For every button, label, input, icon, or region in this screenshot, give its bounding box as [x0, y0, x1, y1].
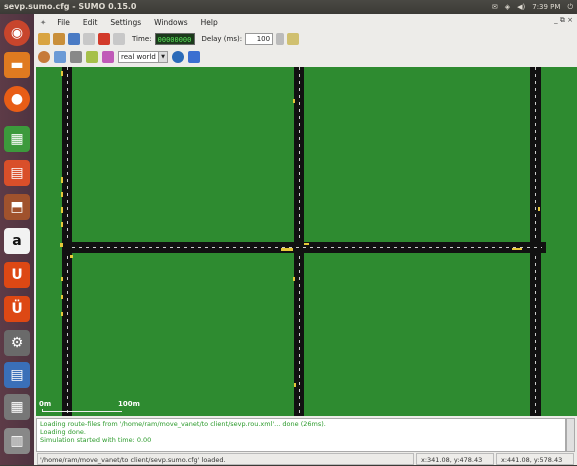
play-icon[interactable] [83, 33, 95, 45]
text-editor-icon[interactable]: ▤ [4, 362, 30, 388]
locate-icon[interactable] [70, 50, 82, 63]
vehicle[interactable] [281, 248, 293, 251]
mail-icon[interactable]: ✉ [492, 0, 498, 14]
vehicle[interactable] [512, 248, 522, 250]
open-network-icon[interactable] [53, 33, 65, 45]
scale-bar [42, 409, 122, 412]
delay-label: Delay (ms): [201, 35, 243, 43]
zoom-icon[interactable] [54, 50, 66, 63]
window-controls[interactable]: _ ⧉ × [554, 16, 573, 25]
recenter-icon[interactable] [38, 50, 50, 63]
dash-home-icon[interactable]: ◉ [4, 20, 30, 46]
ubuntu-one-music-icon[interactable]: Ü [4, 296, 30, 322]
new-view-icon[interactable] [287, 33, 300, 45]
delay-input[interactable]: 100 [245, 33, 274, 45]
network-icon[interactable]: ◈ [505, 0, 510, 14]
ubuntu-one-icon[interactable]: U [4, 262, 30, 288]
lane-marking [72, 247, 542, 248]
vehicle[interactable] [294, 383, 296, 387]
view-toolbar: real world ▼ [34, 48, 577, 65]
reload-icon[interactable] [68, 33, 80, 45]
menu-bar: ✦ File Edit Settings Windows Help _ ⧉ × [34, 14, 577, 30]
workspace-switcher-icon[interactable]: ▦ [4, 394, 30, 420]
log-line: Simulation started with time: 0.00 [40, 436, 152, 444]
vehicle[interactable] [60, 243, 63, 247]
volume-icon[interactable]: ◀) [517, 0, 525, 14]
time-label: Time: [132, 35, 152, 43]
vehicle[interactable] [538, 207, 540, 211]
status-message: '/home/ram/move_vanet/to client/sevp.sum… [37, 453, 414, 465]
screenshot-icon[interactable] [188, 50, 200, 63]
spreadsheet-icon[interactable]: ▦ [4, 126, 30, 152]
trash-icon[interactable]: ▥ [4, 428, 30, 454]
log-line: Loading done. [40, 428, 86, 436]
open-folder-icon[interactable] [38, 33, 50, 45]
menu-help[interactable]: Help [199, 18, 220, 27]
log-line: Loading route-files from '/home/ram/move… [40, 420, 326, 428]
geo-coordinates: x:441.08, y:578.43 [496, 453, 574, 465]
power-icon[interactable]: ⏻ [567, 0, 573, 14]
amazon-icon[interactable]: a [4, 228, 30, 254]
network-coordinates: x:341.08, y:478.43 [416, 453, 494, 465]
message-log: Loading route-files from '/home/ram/move… [36, 418, 566, 452]
menu-file[interactable]: File [55, 18, 72, 27]
color-scheme-select[interactable]: real world ▼ [118, 50, 168, 63]
chevron-down-icon: ▼ [158, 51, 167, 62]
vehicle[interactable] [293, 99, 295, 103]
log-scrollbar[interactable] [566, 418, 575, 452]
time-display: 00000000 [154, 33, 195, 45]
vehicle[interactable] [61, 207, 63, 213]
breakpoint-icon[interactable] [102, 50, 114, 63]
unity-launcher: ◉ ▬ ● ▦ ▤ ⬒ a U Ü ⚙ ▤ ▦ ▥ [0, 14, 34, 465]
clock[interactable]: 7:39 PM [532, 0, 560, 14]
system-tray: ✉ ◈ ◀) 7:39 PM ⏻ [492, 0, 573, 14]
stop-icon[interactable] [98, 33, 110, 45]
edit-icon[interactable] [86, 50, 98, 63]
vehicle[interactable] [61, 312, 63, 316]
sumo-gui-window: ✦ File Edit Settings Windows Help _ ⧉ × … [34, 14, 577, 465]
view-settings-icon[interactable] [172, 50, 184, 63]
files-icon[interactable]: ▬ [4, 52, 30, 78]
step-icon[interactable] [113, 33, 125, 45]
vehicle[interactable] [61, 192, 63, 197]
vehicle[interactable] [61, 295, 63, 299]
presentation-icon[interactable]: ▤ [4, 160, 30, 186]
window-titlebar: sevp.sumo.cfg - SUMO 0.15.0 ✉ ◈ ◀) 7:39 … [0, 0, 577, 14]
delay-slider-icon[interactable] [276, 33, 285, 45]
vehicle[interactable] [304, 243, 309, 245]
main-toolbar: Time: 00000000 Delay (ms): 100 [34, 30, 577, 48]
vehicle[interactable] [61, 222, 63, 227]
vehicle[interactable] [70, 255, 73, 258]
network-view-canvas[interactable]: 0m 100m [36, 67, 577, 416]
scale-end-label: 100m [118, 400, 140, 408]
color-scheme-value: real world [121, 52, 156, 61]
status-bar: '/home/ram/move_vanet/to client/sevp.sum… [34, 453, 577, 465]
scale-start-label: 0m [39, 400, 52, 408]
software-center-icon[interactable]: ⬒ [4, 194, 30, 220]
menu-edit[interactable]: Edit [81, 18, 100, 27]
settings-gear-icon[interactable]: ⚙ [4, 330, 30, 356]
vehicle[interactable] [293, 277, 295, 281]
menu-settings[interactable]: Settings [108, 18, 143, 27]
firefox-icon[interactable]: ● [4, 86, 30, 112]
menu-windows[interactable]: Windows [152, 18, 189, 27]
vehicle[interactable] [61, 277, 63, 281]
vehicle[interactable] [61, 71, 63, 76]
app-icon: ✦ [40, 17, 47, 27]
window-title: sevp.sumo.cfg - SUMO 0.15.0 [4, 2, 137, 11]
vehicle[interactable] [61, 177, 63, 183]
